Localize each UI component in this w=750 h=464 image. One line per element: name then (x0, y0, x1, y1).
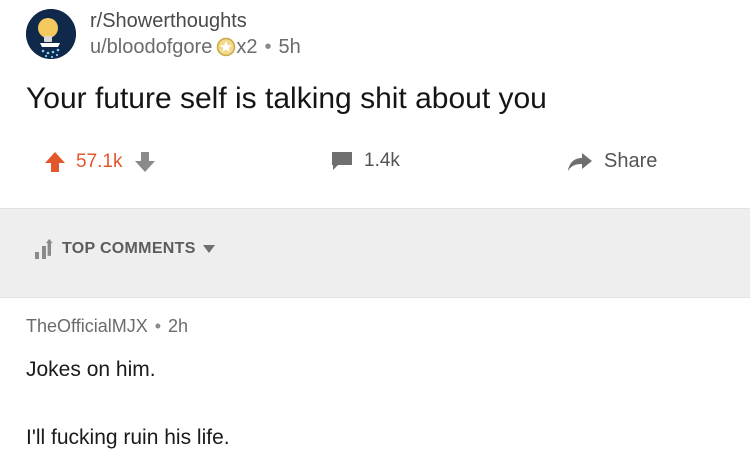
subreddit-name[interactable]: r/Showerthoughts (90, 9, 301, 33)
comment-age: 2h (168, 316, 189, 336)
share-label: Share (604, 150, 658, 172)
comment-body-line-2: I'll fucking ruin his life. (26, 426, 230, 449)
sort-dropdown[interactable]: TOP COMMENTS (34, 238, 216, 260)
separator-dot: • (154, 316, 162, 336)
silver-award-icon (217, 37, 236, 57)
post-header: r/Showerthoughts u/bloodofgore x2 • 5h (26, 4, 301, 64)
post-action-bar: 57.1k 1.4k Share (0, 140, 750, 190)
share-button[interactable]: Share (566, 150, 657, 173)
comment-author[interactable]: TheOfficialMJX (26, 316, 148, 337)
author-line: u/bloodofgore x2 • 5h (90, 35, 301, 59)
award-badge[interactable]: x2 (216, 35, 257, 59)
vote-score: 57.1k (76, 151, 123, 172)
downvote-arrow-icon[interactable] (134, 150, 156, 174)
comments-count: 1.4k (364, 150, 400, 171)
subreddit-avatar[interactable] (26, 9, 76, 59)
separator-dot: • (264, 36, 272, 58)
comments-button[interactable]: 1.4k (330, 150, 400, 172)
vote-control: 57.1k (44, 150, 156, 174)
upvote-arrow-icon[interactable] (44, 150, 66, 174)
showerhead-lightbulb-icon (26, 9, 76, 59)
sort-label: TOP COMMENTS (62, 240, 196, 257)
award-count: x2 (236, 36, 258, 58)
comments-sort-bar: TOP COMMENTS (0, 208, 750, 298)
post-author[interactable]: u/bloodofgore (90, 35, 212, 59)
post-meta: r/Showerthoughts u/bloodofgore x2 • 5h (90, 9, 301, 59)
comment-bubble-icon (332, 152, 352, 170)
caret-down-icon (202, 245, 215, 253)
comment: TheOfficialMJX • 2h Jokes on him. I'll f… (26, 316, 726, 449)
comment-body-line-1: Jokes on him. (26, 358, 156, 381)
post-title[interactable]: Your future self is talking shit about y… (26, 82, 547, 116)
share-arrow-icon (568, 152, 592, 171)
comment-meta: TheOfficialMJX • 2h (26, 316, 726, 337)
top-sort-icon (35, 238, 53, 259)
post-age: 5h (278, 36, 301, 58)
